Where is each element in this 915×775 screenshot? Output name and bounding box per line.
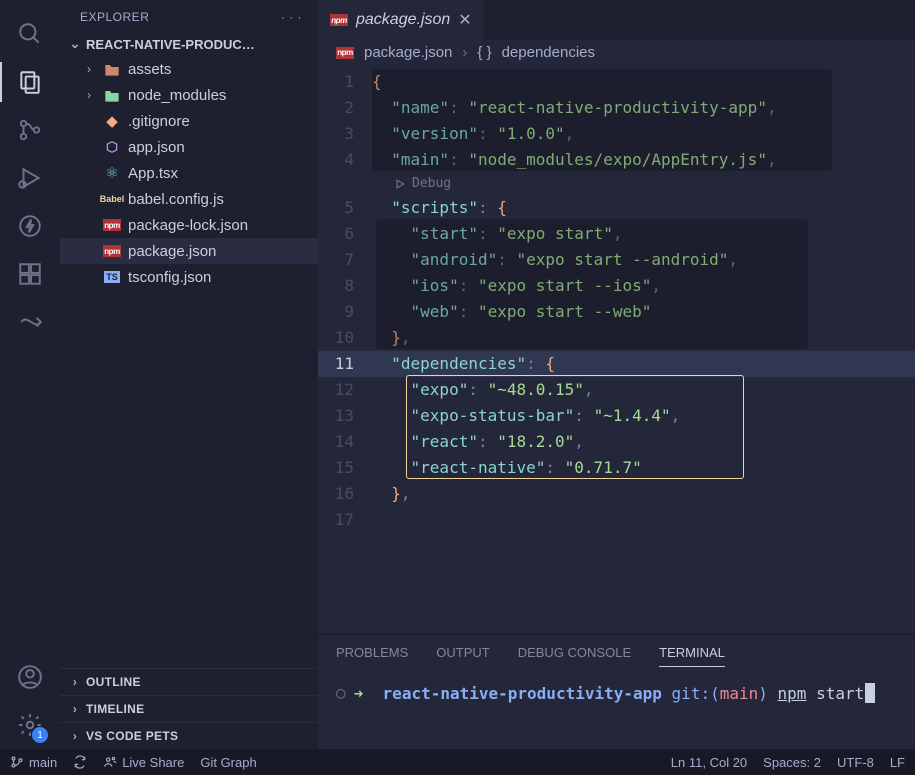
tree-folder-node-modules[interactable]: › node_modules	[60, 82, 318, 108]
source-control-icon[interactable]	[6, 106, 54, 154]
terminal-cursor	[865, 683, 875, 703]
panel-tab-terminal[interactable]: TERMINAL	[659, 645, 725, 667]
folder-icon	[102, 62, 122, 76]
account-icon[interactable]	[6, 653, 54, 701]
chevron-right-icon: ›	[68, 729, 82, 743]
explorer-icon[interactable]	[6, 58, 54, 106]
chevron-down-icon: ⌄	[68, 36, 82, 52]
status-sync-icon[interactable]	[73, 755, 87, 769]
thunder-icon[interactable]	[6, 202, 54, 250]
react-icon: ⚛	[102, 164, 122, 182]
chevron-right-icon: ›	[462, 44, 467, 61]
tree-file-babel[interactable]: Babel babel.config.js	[60, 186, 318, 212]
breadcrumb-file: package.json	[364, 44, 452, 61]
share-icon[interactable]	[6, 298, 54, 346]
status-bar: main Live Share Git Graph Ln 11, Col 20 …	[0, 749, 915, 775]
npm-icon: npm	[102, 245, 122, 257]
close-icon[interactable]: ✕	[458, 10, 471, 30]
tab-label: package.json	[356, 11, 450, 29]
panel-tab-output[interactable]: OUTPUT	[436, 645, 489, 667]
npm-icon: npm	[330, 14, 348, 26]
settings-badge: 1	[32, 727, 48, 743]
folder-icon	[102, 88, 122, 102]
sidebar-title: EXPLORER	[80, 10, 281, 24]
status-gitgraph[interactable]: Git Graph	[200, 755, 256, 770]
chevron-right-icon: ›	[68, 702, 82, 716]
project-name: REACT-NATIVE-PRODUC…	[86, 37, 255, 52]
panel-tabs: PROBLEMS OUTPUT DEBUG CONSOLE TERMINAL	[318, 635, 915, 673]
tree-file-gitignore[interactable]: ◆ .gitignore	[60, 108, 318, 134]
extensions-icon[interactable]	[6, 250, 54, 298]
npm-icon: npm	[102, 219, 122, 231]
tree-label: app.json	[128, 139, 185, 156]
status-liveshare[interactable]: Live Share	[103, 755, 184, 770]
status-branch[interactable]: main	[10, 755, 57, 770]
search-icon[interactable]	[6, 10, 54, 58]
tree-file-tsconfig[interactable]: TS tsconfig.json	[60, 264, 318, 290]
status-encoding[interactable]: UTF-8	[837, 755, 874, 770]
tree-file-app-tsx[interactable]: ⚛ App.tsx	[60, 160, 318, 186]
braces-icon: { }	[477, 44, 491, 61]
status-position[interactable]: Ln 11, Col 20	[671, 755, 747, 770]
ts-icon: TS	[102, 271, 122, 283]
terminal-cmd-rest: start	[816, 684, 864, 703]
run-debug-icon[interactable]	[6, 154, 54, 202]
terminal-git-label: git:(	[672, 684, 720, 703]
chevron-right-icon: ›	[68, 675, 82, 689]
settings-icon[interactable]: 1	[6, 701, 54, 749]
file-tree: › assets › node_modules ◆ .gitignore app…	[60, 56, 318, 668]
babel-icon: Babel	[102, 194, 122, 204]
breadcrumb[interactable]: npm package.json › { } dependencies	[318, 40, 915, 65]
editor-area: npm package.json ✕ npm package.json › { …	[318, 0, 915, 749]
git-icon: ◆	[102, 112, 122, 130]
terminal[interactable]: ○ ➜ react-native-productivity-app git:(m…	[318, 673, 915, 749]
tree-file-package-json[interactable]: npm package.json	[60, 238, 318, 264]
panel-tab-debug-console[interactable]: DEBUG CONSOLE	[518, 645, 631, 667]
section-outline[interactable]: › OUTLINE	[60, 668, 318, 695]
tree-label: assets	[128, 61, 171, 78]
tree-file-package-lock[interactable]: npm package-lock.json	[60, 212, 318, 238]
tree-file-app-json[interactable]: app.json	[60, 134, 318, 160]
status-eol[interactable]: LF	[890, 755, 905, 770]
terminal-dir: react-native-productivity-app	[383, 684, 662, 703]
section-vscode-pets[interactable]: › VS CODE PETS	[60, 722, 318, 749]
terminal-branch: main	[720, 684, 759, 703]
tab-package-json[interactable]: npm package.json ✕	[318, 0, 484, 40]
prompt-arrow: ➜	[354, 684, 364, 703]
project-header[interactable]: ⌄ REACT-NATIVE-PRODUC…	[60, 32, 318, 56]
json-icon	[102, 140, 122, 154]
tree-label: node_modules	[128, 87, 226, 104]
npm-icon: npm	[336, 47, 354, 59]
tree-label: tsconfig.json	[128, 269, 211, 286]
more-icon[interactable]: · · ·	[281, 10, 302, 24]
panel: PROBLEMS OUTPUT DEBUG CONSOLE TERMINAL ○…	[318, 634, 915, 749]
status-spaces[interactable]: Spaces: 2	[763, 755, 821, 770]
terminal-cmd-npm: npm	[778, 684, 807, 703]
code-editor[interactable]: 1{ 2 "name": "react-native-productivity-…	[318, 65, 915, 634]
activity-bar: 1	[0, 0, 60, 749]
tree-label: App.tsx	[128, 165, 178, 182]
tabs-row: npm package.json ✕	[318, 0, 915, 40]
sidebar: EXPLORER · · · ⌄ REACT-NATIVE-PRODUC… › …	[60, 0, 318, 749]
breadcrumb-symbol: dependencies	[502, 44, 595, 61]
chevron-right-icon: ›	[82, 88, 96, 102]
tree-label: .gitignore	[128, 113, 190, 130]
panel-tab-problems[interactable]: PROBLEMS	[336, 645, 408, 667]
tree-label: babel.config.js	[128, 191, 224, 208]
codelens-debug[interactable]: Debug	[318, 173, 915, 195]
tree-label: package.json	[128, 243, 216, 260]
chevron-right-icon: ›	[82, 62, 96, 76]
tree-label: package-lock.json	[128, 217, 248, 234]
circle-icon: ○	[336, 683, 346, 702]
section-timeline[interactable]: › TIMELINE	[60, 695, 318, 722]
tree-folder-assets[interactable]: › assets	[60, 56, 318, 82]
